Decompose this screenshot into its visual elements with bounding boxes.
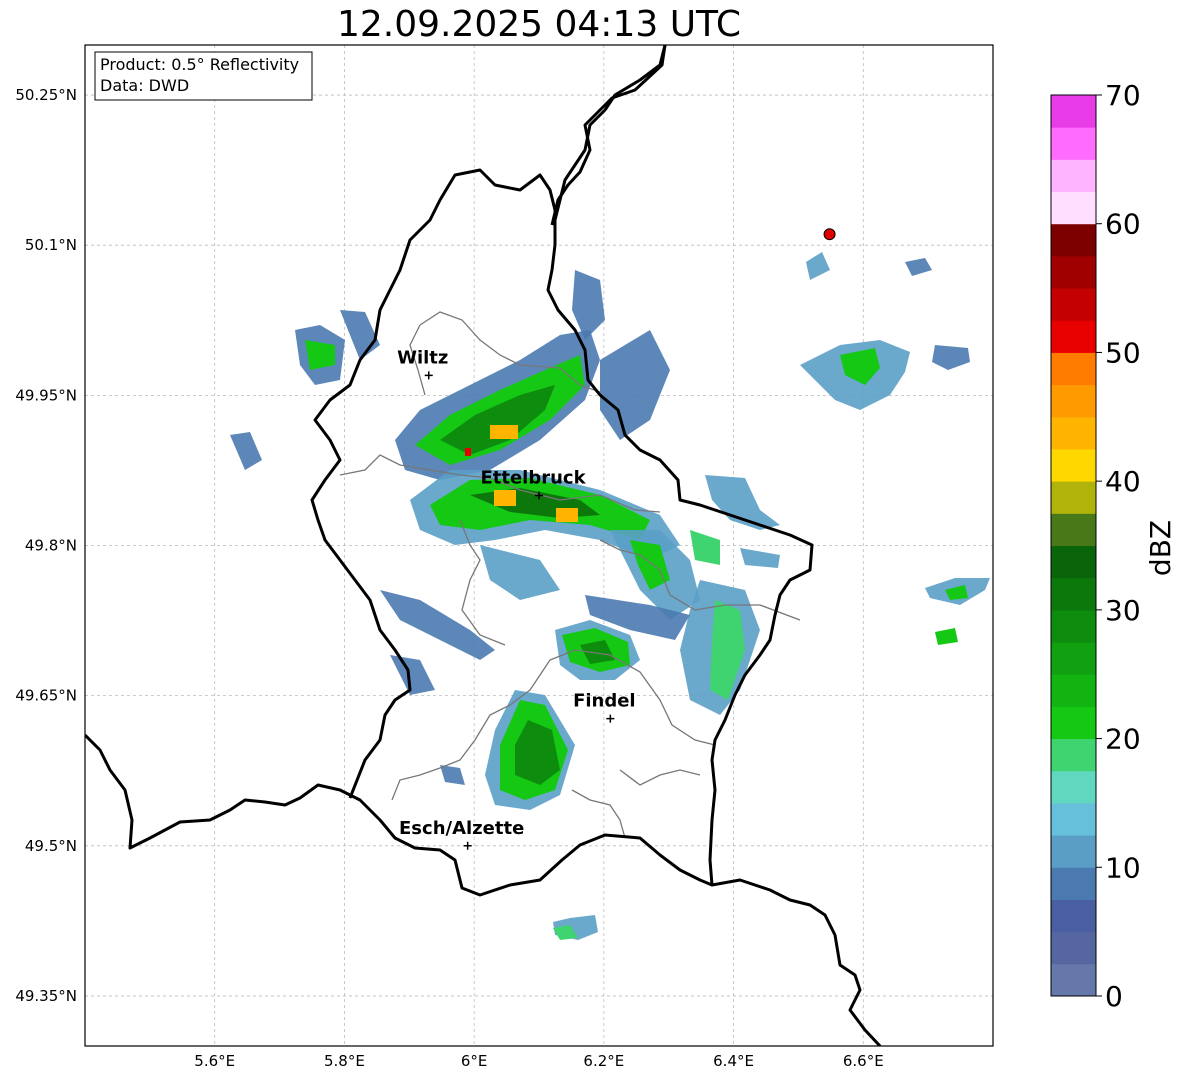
colorbar-bin <box>1051 770 1096 804</box>
colorbar-ticks: 0 10 20 30 40 50 60 70 <box>1096 79 1141 1013</box>
lat-tick-label: 49.65°N <box>15 687 77 705</box>
colorbar-bin <box>1051 577 1096 611</box>
colorbar-bin <box>1051 320 1096 353</box>
lat-tick-label: 49.95°N <box>15 386 77 404</box>
radar-figure: WiltzEttelbruckFindelEsch/Alzette 5.6°E 5… <box>15 44 1177 1070</box>
info-product: Product: 0.5° Reflectivity <box>100 55 299 74</box>
colorbar-tick-label: 20 <box>1105 723 1141 756</box>
lon-tick-label: 6.2°E <box>583 1052 624 1070</box>
colorbar-bin <box>1051 609 1096 643</box>
colorbar-tick-label: 40 <box>1105 465 1141 498</box>
colorbar-label: dBZ <box>1144 520 1177 576</box>
city-label: Findel <box>573 691 636 712</box>
lat-tick-label: 49.35°N <box>15 987 77 1005</box>
colorbar-bin <box>1051 416 1096 450</box>
colorbar-bin <box>1051 191 1096 225</box>
colorbar-bin <box>1051 738 1096 772</box>
colorbar-tick-label: 10 <box>1105 851 1141 884</box>
colorbar-tick-label: 50 <box>1105 336 1141 369</box>
colorbar-bin <box>1051 352 1096 386</box>
info-box: Product: 0.5° Reflectivity Data: DWD <box>94 51 313 101</box>
colorbar-bin <box>1051 223 1096 257</box>
lat-tick-label: 50.1°N <box>25 236 77 254</box>
city-label: Esch/Alzette <box>399 818 524 839</box>
info-source: Data: DWD <box>100 76 189 95</box>
lat-tick-label: 49.8°N <box>25 537 77 555</box>
colorbar-bin <box>1051 674 1096 707</box>
lat-tick-label: 50.25°N <box>15 86 77 104</box>
lon-tick-label: 5.8°E <box>324 1052 365 1070</box>
colorbar-tick-label: 30 <box>1105 594 1141 627</box>
colorbar-bin <box>1051 255 1096 289</box>
colorbar-bin <box>1051 802 1096 836</box>
lat-tick-label: 49.5°N <box>25 837 77 855</box>
colorbar-bin <box>1051 95 1096 128</box>
map-area[interactable]: Wiltz Ettelbruck Findel Esch/Alzette <box>85 45 993 1046</box>
city-label: Ettelbruck <box>480 467 586 488</box>
colorbar-bin <box>1051 513 1096 546</box>
colorbar-tick-label: 70 <box>1105 79 1141 112</box>
colorbar-tick-label: 60 <box>1105 208 1141 241</box>
colorbar-bin <box>1051 545 1096 579</box>
colorbar-bin <box>1051 159 1096 193</box>
lon-tick-label: 6.4°E <box>713 1052 754 1070</box>
colorbar-bin <box>1051 899 1096 933</box>
colorbar-bin <box>1051 127 1096 160</box>
lon-tick-label: 5.6°E <box>194 1052 235 1070</box>
lon-tick-label: 6.6°E <box>843 1052 884 1070</box>
colorbar-bin <box>1051 642 1096 675</box>
colorbar-bin <box>1051 867 1096 900</box>
colorbar-bin <box>1051 481 1096 514</box>
colorbar-bin <box>1051 963 1096 997</box>
colorbar: 0 10 20 30 40 50 60 70 dBZ <box>1050 79 1177 1013</box>
echo-core <box>490 425 518 439</box>
colorbar-bin <box>1051 835 1096 868</box>
radar-site-marker[interactable] <box>823 228 836 241</box>
latitude-labels: 50.25°N 50.1°N 49.95°N 49.8°N 49.65°N 49.5°N 4… <box>15 86 77 1005</box>
map-background <box>85 45 993 1046</box>
colorbar-bin <box>1051 931 1096 965</box>
lon-tick-label: 6°E <box>461 1052 488 1070</box>
echo-core <box>465 448 471 456</box>
echo-core <box>556 508 578 522</box>
colorbar-bin <box>1051 384 1096 418</box>
colorbar-tick-label: 0 <box>1105 980 1123 1013</box>
echo-region <box>305 340 335 370</box>
echo-core <box>494 490 516 506</box>
colorbar-bin <box>1051 288 1096 321</box>
colorbar-bin <box>1051 448 1096 482</box>
colorbar-bins <box>1051 95 1096 997</box>
colorbar-bin <box>1051 706 1096 740</box>
longitude-labels: 5.6°E 5.8°E 6°E 6.2°E 6.4°E 6.6°E <box>194 1052 883 1070</box>
city-label: Wiltz <box>397 347 448 368</box>
